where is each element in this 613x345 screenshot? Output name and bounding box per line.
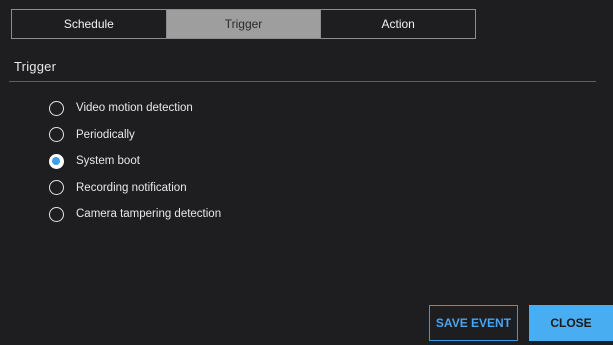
trigger-option-periodically[interactable]: Periodically [49,122,221,149]
close-button[interactable]: CLOSE [529,305,613,341]
trigger-option-video-motion[interactable]: Video motion detection [49,95,221,122]
radio-label: Camera tampering detection [76,208,222,221]
radio-label: Video motion detection [76,102,193,115]
event-tabs: Schedule Trigger Action [11,9,476,39]
radio-label: System boot [76,155,140,168]
radio-button[interactable] [49,180,64,196]
radio-button[interactable] [49,100,64,116]
trigger-option-system-boot[interactable]: System boot [49,148,221,175]
section-title: Trigger [14,59,57,74]
trigger-options: Video motion detection Periodically Syst… [49,95,221,228]
trigger-option-recording-notification[interactable]: Recording notification [49,175,221,202]
radio-label: Recording notification [76,181,187,194]
trigger-option-camera-tampering[interactable]: Camera tampering detection [49,201,221,228]
save-event-button[interactable]: SAVE EVENT [429,305,518,341]
section-divider [9,81,596,82]
radio-button[interactable] [49,206,64,222]
radio-button-selected[interactable] [49,153,64,169]
radio-button[interactable] [49,127,64,143]
tab-schedule[interactable]: Schedule [12,10,166,38]
tab-trigger[interactable]: Trigger [165,10,321,38]
radio-label: Periodically [76,128,135,141]
tab-action[interactable]: Action [320,10,475,38]
